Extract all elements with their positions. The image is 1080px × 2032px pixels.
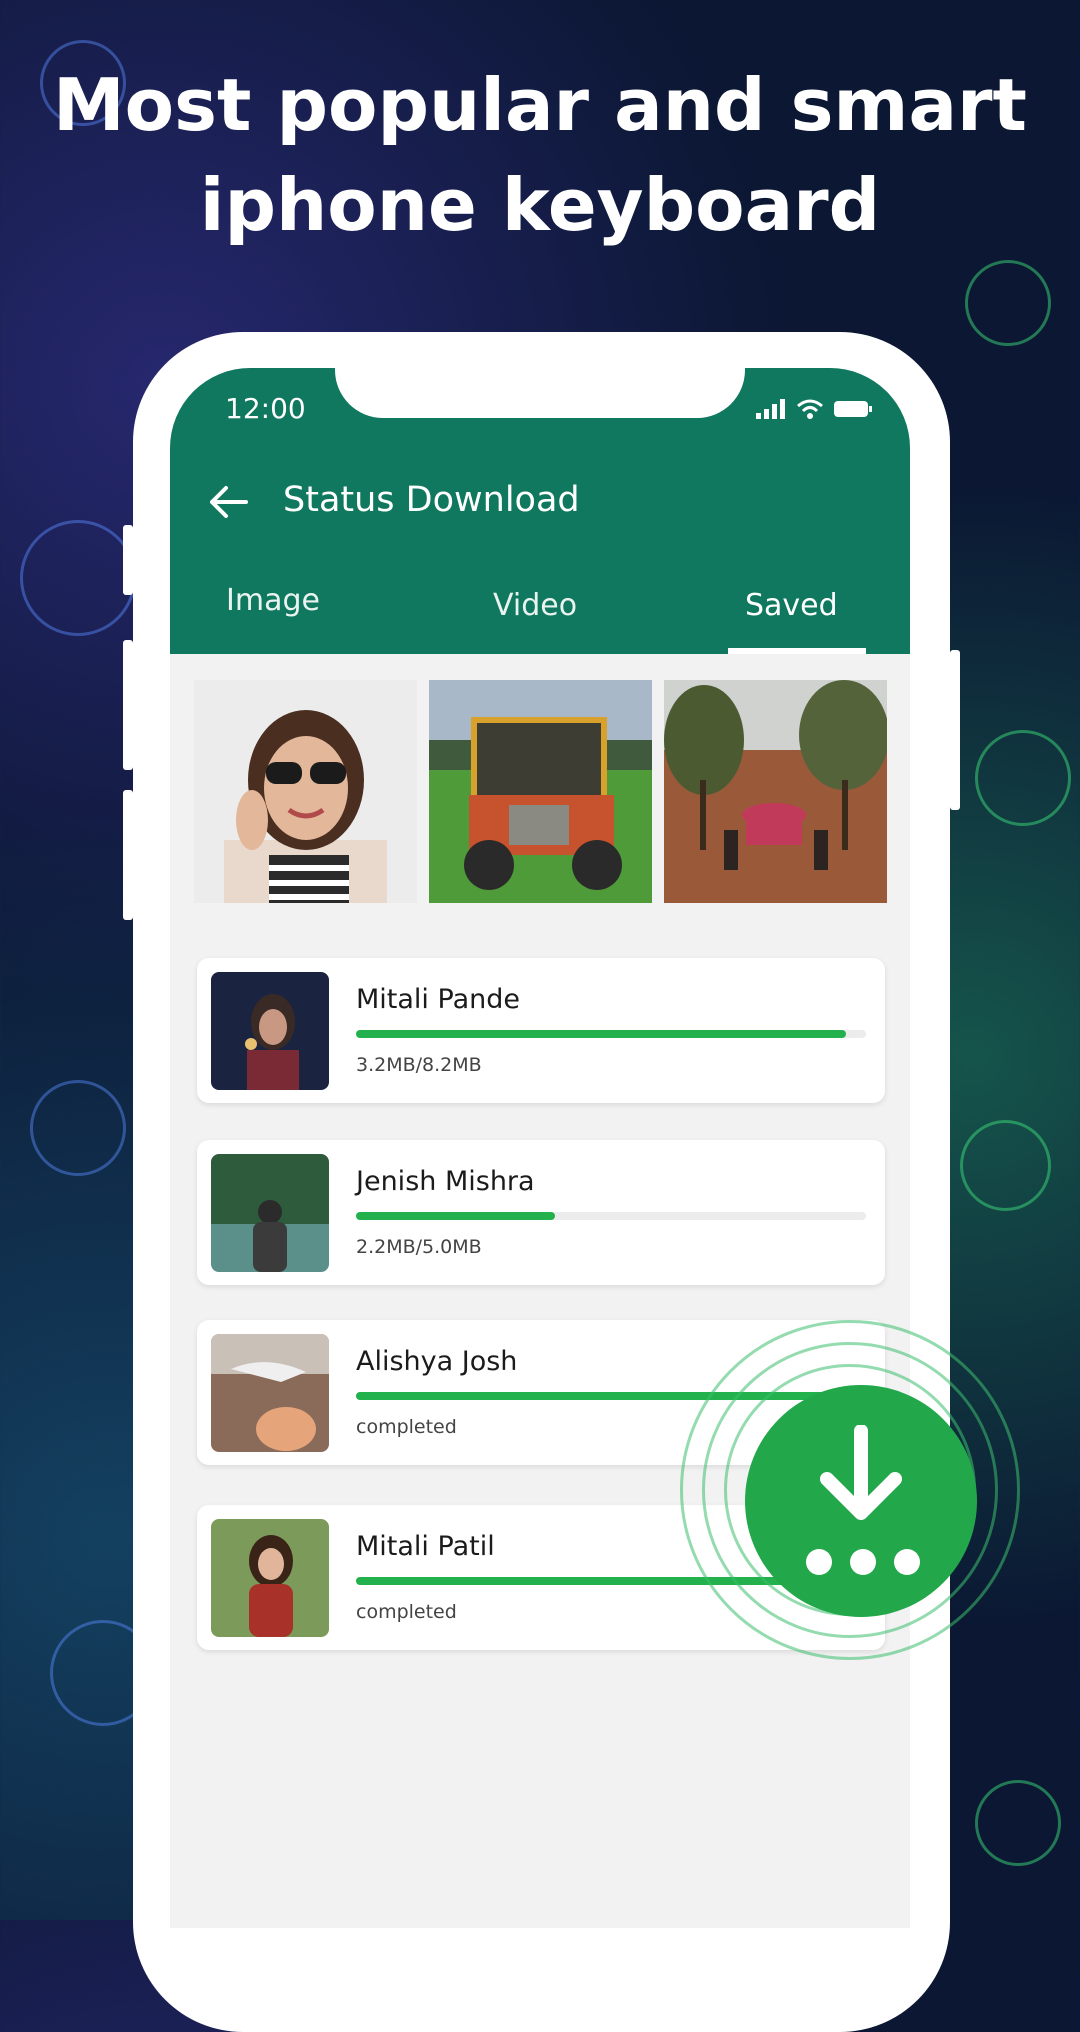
headline-line-1: Most popular and smart: [53, 63, 1027, 147]
back-arrow-icon[interactable]: [206, 480, 250, 524]
download-size: 2.2MB/5.0MB: [356, 1236, 482, 1258]
wifi-icon: [797, 399, 823, 419]
download-progress-fill: [356, 1030, 846, 1038]
download-progress-fill: [356, 1212, 555, 1220]
more-dots-icon: [806, 1549, 920, 1575]
download-card[interactable]: Mitali Pande 3.2MB/8.2MB: [197, 958, 885, 1103]
download-thumbnail: [211, 1334, 329, 1452]
background-doodle: [975, 730, 1071, 826]
phone-side-button: [123, 640, 133, 770]
signal-icon: [756, 399, 785, 419]
download-name: Alishya Josh: [356, 1346, 518, 1377]
tab-video[interactable]: Video: [493, 588, 577, 623]
download-fab-area: [680, 1320, 1020, 1660]
download-progress-track: [356, 1030, 866, 1038]
download-name: Mitali Patil: [356, 1531, 495, 1562]
promo-headline: Most popular and smart iphone keyboard: [0, 55, 1080, 255]
tab-saved[interactable]: Saved: [745, 588, 838, 623]
background-doodle: [30, 1080, 126, 1176]
background-doodle: [965, 260, 1051, 346]
phone-side-button: [123, 525, 133, 595]
download-name: Mitali Pande: [356, 984, 520, 1015]
page-title: Status Download: [283, 480, 580, 520]
download-thumbnail: [211, 1154, 329, 1272]
download-progress-track: [356, 1212, 866, 1220]
phone-notch: [335, 368, 745, 418]
download-name: Jenish Mishra: [356, 1166, 535, 1197]
gallery-image-tractor[interactable]: [429, 680, 652, 903]
gallery-image-outdoor-table[interactable]: [664, 680, 887, 903]
background-doodle: [20, 520, 136, 636]
background-doodle: [960, 1120, 1051, 1211]
download-card[interactable]: Jenish Mishra 2.2MB/5.0MB: [197, 1140, 885, 1285]
active-tab-indicator: [728, 648, 866, 654]
tab-image[interactable]: Image: [226, 583, 320, 618]
download-arrow-icon: [820, 1425, 902, 1520]
download-size: completed: [356, 1601, 457, 1623]
phone-side-button: [950, 650, 960, 810]
phone-side-button: [123, 790, 133, 920]
download-thumbnail: [211, 972, 329, 1090]
gallery-image-portrait[interactable]: [194, 680, 417, 903]
background-doodle: [975, 1780, 1061, 1866]
battery-icon: [834, 401, 872, 417]
download-size: 3.2MB/8.2MB: [356, 1054, 482, 1076]
app-bar: 12:00 Status Download Image Video Saved: [170, 368, 910, 654]
phone-screen: 12:00 Status Download Image Video Saved: [170, 368, 910, 1928]
status-icons: [756, 394, 874, 424]
status-time: 12:00: [225, 392, 306, 425]
download-thumbnail: [211, 1519, 329, 1637]
download-size: completed: [356, 1416, 457, 1438]
download-button[interactable]: [745, 1385, 977, 1617]
headline-line-2: iphone keyboard: [199, 163, 881, 247]
